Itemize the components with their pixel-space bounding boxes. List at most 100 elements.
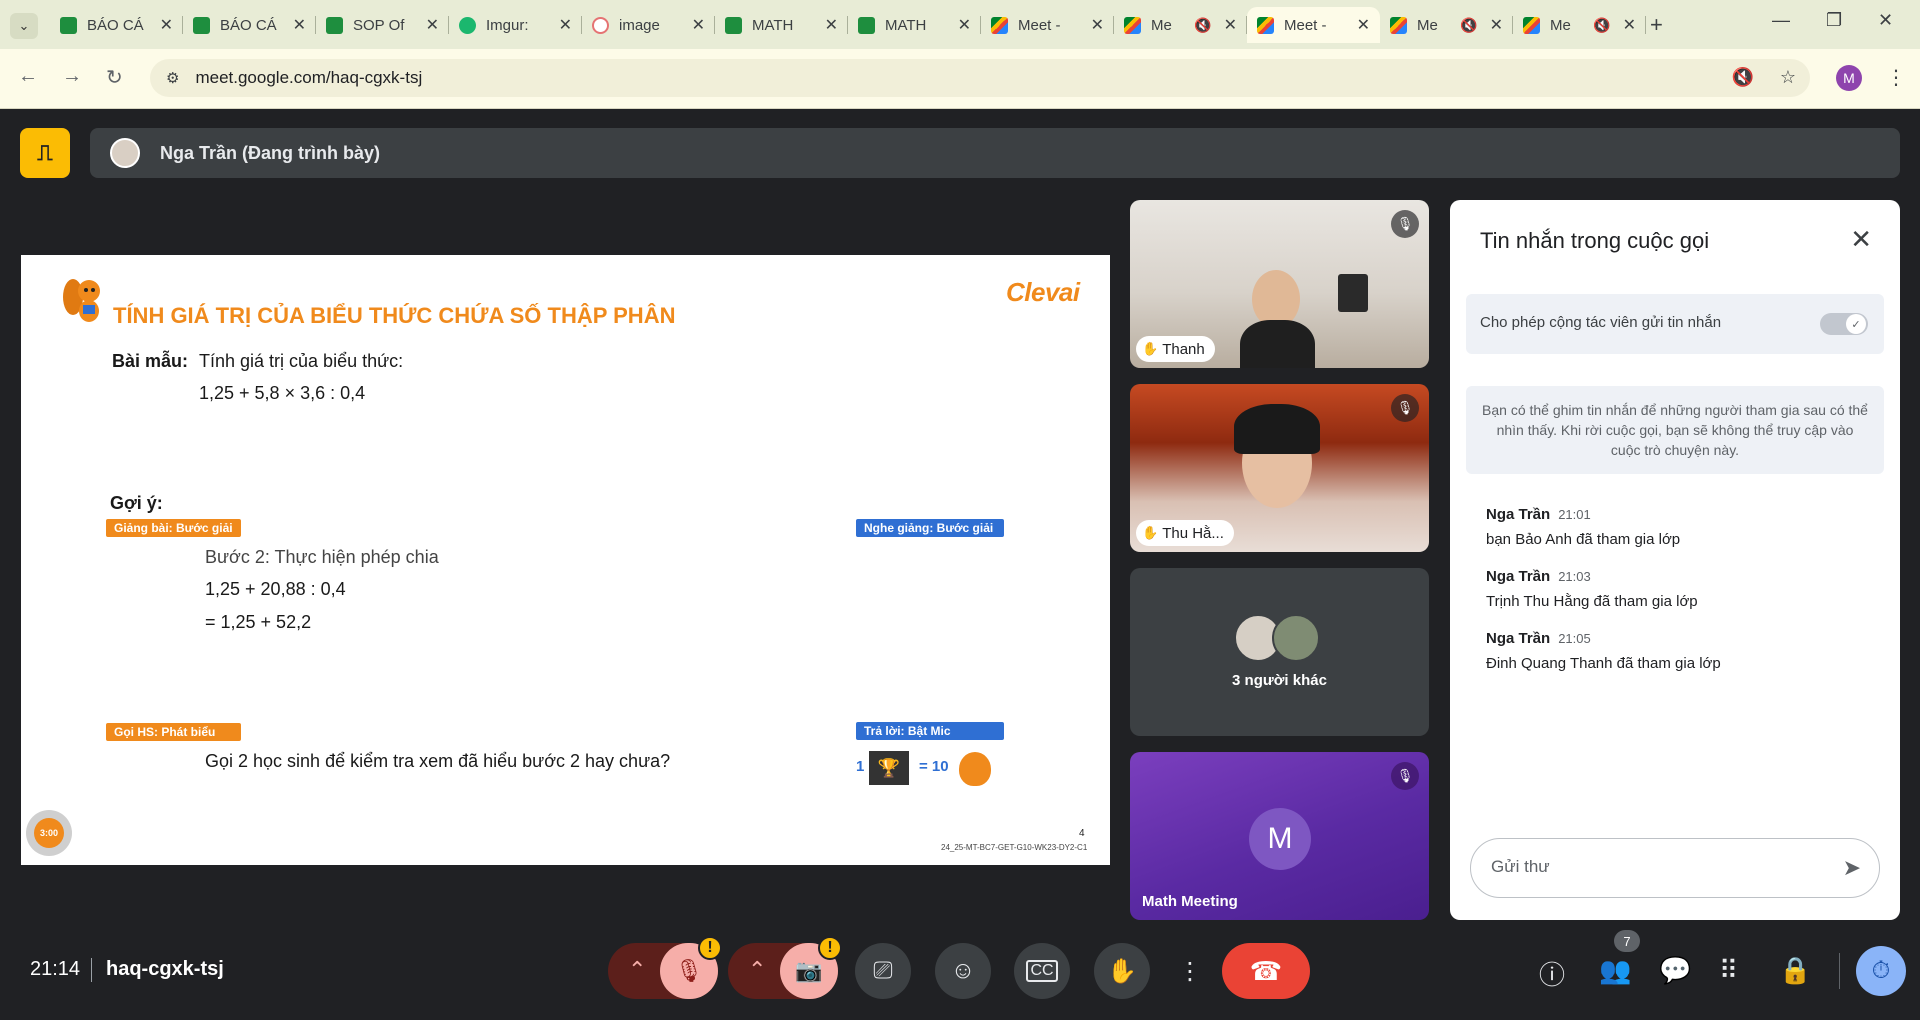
- tag-call-student: Gọi HS: Phát biểu: [106, 723, 241, 741]
- more-options-button[interactable]: ⋮: [1174, 943, 1206, 999]
- host-controls-button[interactable]: 🔒: [1779, 955, 1811, 986]
- tab-muted-icon[interactable]: 🔇: [1593, 17, 1610, 34]
- apps-button[interactable]: ⠿: [1719, 955, 1738, 986]
- sheets-icon: [858, 16, 875, 34]
- people-button[interactable]: 👥: [1599, 955, 1631, 986]
- close-tab-icon[interactable]: ✕: [559, 15, 572, 35]
- presentation-icon-button[interactable]: ⎍: [20, 128, 70, 178]
- tab-muted-icon[interactable]: 🔇: [1731, 67, 1753, 88]
- camera-options-chevron-icon[interactable]: ⌃: [748, 957, 766, 983]
- slide-page-number: 4: [1079, 828, 1085, 839]
- hint-label: Gợi ý:: [110, 493, 163, 513]
- participant-tile-others[interactable]: 3 người khác: [1130, 568, 1429, 736]
- url-text[interactable]: meet.google.com/haq-cgxk-tsj: [195, 68, 422, 88]
- minimize-window-button[interactable]: —: [1772, 10, 1790, 31]
- tag-listen: Nghe giảng: Bước giải: [856, 519, 1004, 537]
- forward-button[interactable]: →: [62, 65, 82, 88]
- send-icon[interactable]: ➤: [1843, 855, 1861, 881]
- browser-tab[interactable]: Imgur: ✕: [449, 7, 582, 43]
- close-tab-icon[interactable]: ✕: [1357, 15, 1370, 35]
- browser-tab[interactable]: Meet - ✕: [1247, 7, 1380, 43]
- participant-name: Thanh: [1162, 340, 1205, 358]
- self-avatar: M: [1249, 808, 1311, 870]
- close-tab-icon[interactable]: ✕: [1490, 15, 1503, 35]
- chat-input-box: ➤: [1470, 838, 1880, 898]
- browser-tab[interactable]: image ✕: [582, 7, 715, 43]
- browser-tab[interactable]: Me 🔇 ✕: [1114, 7, 1247, 43]
- brand-logo: Clevai: [1006, 277, 1080, 307]
- browser-menu-button[interactable]: ⋮: [1886, 65, 1906, 90]
- omnibox[interactable]: ⚙ meet.google.com/haq-cgxk-tsj 🔇 ☆: [150, 59, 1810, 97]
- chat-message: Nga Trần 21:03 Trịnh Thu Hằng đã tham gia …: [1486, 568, 1698, 610]
- mic-off-icon: 🎙: [675, 958, 703, 983]
- chevron-down-icon: ⌄: [18, 18, 30, 33]
- chat-info-note: Bạn có thể ghim tin nhắn để những người …: [1466, 386, 1884, 474]
- browser-tab[interactable]: Meet - ✕: [981, 7, 1114, 43]
- chat-message-input[interactable]: [1491, 857, 1821, 877]
- allow-messages-label: Cho phép cộng tác viên gửi tin nhắn: [1480, 314, 1722, 331]
- browser-tab[interactable]: SOP Of ✕: [316, 7, 449, 43]
- message-sender: Nga Trần 21:05: [1486, 630, 1721, 647]
- bookmark-star-icon[interactable]: ☆: [1780, 67, 1796, 88]
- tab-title: Me: [1417, 16, 1438, 34]
- tab-title: BÁO CÁ: [220, 16, 277, 34]
- tab-muted-icon[interactable]: 🔇: [1460, 17, 1477, 34]
- browser-tab[interactable]: Me 🔇 ✕: [1513, 7, 1646, 43]
- slide-title: TÍNH GIÁ TRỊ CỦA BIỂU THỨC CHỨA SỐ THẬP …: [113, 303, 676, 328]
- info-icon: ⓘ: [1539, 960, 1566, 990]
- mic-options-chevron-icon[interactable]: ⌃: [628, 957, 646, 983]
- avatar: [1272, 614, 1320, 662]
- new-tab-button[interactable]: +: [1650, 12, 1663, 38]
- tab-muted-icon[interactable]: 🔇: [1194, 17, 1211, 34]
- message-sender: Nga Trần 21:03: [1486, 568, 1698, 585]
- allow-messages-toggle[interactable]: ✓: [1820, 313, 1868, 335]
- hand-icon: ✋: [1142, 525, 1159, 540]
- browser-tab[interactable]: Me 🔇 ✕: [1380, 7, 1513, 43]
- meet-icon: [1124, 16, 1141, 34]
- close-tab-icon[interactable]: ✕: [1224, 15, 1237, 35]
- browser-tab[interactable]: BÁO CÁ ✕: [183, 7, 316, 43]
- chat-panel-title: Tin nhắn trong cuộc gọi: [1480, 228, 1710, 253]
- participant-name-chip: ✋ Thanh: [1136, 336, 1215, 362]
- captions-button[interactable]: CC: [1014, 943, 1070, 999]
- close-tab-icon[interactable]: ✕: [160, 15, 173, 35]
- reload-button[interactable]: ↻: [106, 65, 123, 90]
- hang-up-icon: ☎: [1249, 955, 1283, 986]
- participant-tile-self[interactable]: 🎙 M Math Meeting: [1130, 752, 1429, 920]
- site-settings-icon[interactable]: ⚙: [166, 69, 179, 87]
- tab-divider: [1645, 16, 1646, 34]
- browser-tab[interactable]: BÁO CÁ ✕: [50, 7, 183, 43]
- meeting-details-button[interactable]: ⓘ: [1539, 955, 1565, 992]
- profile-avatar[interactable]: M: [1836, 65, 1862, 91]
- close-tab-icon[interactable]: ✕: [1091, 15, 1104, 35]
- sheets-icon: [193, 16, 210, 34]
- leave-call-button[interactable]: ☎: [1222, 943, 1310, 999]
- activities-button[interactable]: ⏱: [1856, 946, 1906, 996]
- camera-warning-icon[interactable]: !: [818, 936, 842, 960]
- trophy-icon: 🏆: [869, 751, 909, 785]
- close-tab-icon[interactable]: ✕: [426, 15, 439, 35]
- others-label: 3 người khác: [1232, 672, 1327, 689]
- restore-window-button[interactable]: ❐: [1826, 10, 1842, 31]
- close-tab-icon[interactable]: ✕: [958, 15, 971, 35]
- close-icon[interactable]: ✕: [1850, 224, 1872, 255]
- mic-warning-icon[interactable]: !: [698, 936, 722, 960]
- back-button[interactable]: ←: [18, 65, 38, 88]
- close-tab-icon[interactable]: ✕: [692, 15, 705, 35]
- tab-search-button[interactable]: ⌄: [10, 13, 38, 39]
- reactions-button[interactable]: ☺: [935, 943, 991, 999]
- chat-message: Nga Trần 21:01 bạn Bảo Anh đã tham gia lớp: [1486, 506, 1680, 548]
- close-window-button[interactable]: ✕: [1878, 10, 1893, 31]
- chat-button[interactable]: 💬: [1659, 955, 1691, 986]
- participant-tile-thu-hang[interactable]: 🎙 ✋ Thu Hằ...: [1130, 384, 1429, 552]
- lock-icon: 🔒: [1779, 955, 1812, 985]
- present-screen-button[interactable]: ⎚: [855, 943, 911, 999]
- close-tab-icon[interactable]: ✕: [825, 15, 838, 35]
- participant-tile-thanh[interactable]: 🎙 ✋ Thanh: [1130, 200, 1429, 368]
- browser-tab[interactable]: MATH ✕: [715, 7, 848, 43]
- browser-tab[interactable]: MATH ✕: [848, 7, 981, 43]
- raise-hand-button[interactable]: ✋: [1094, 943, 1150, 999]
- hand-icon: ✋: [1142, 341, 1159, 356]
- close-tab-icon[interactable]: ✕: [293, 15, 306, 35]
- close-tab-icon[interactable]: ✕: [1623, 15, 1636, 35]
